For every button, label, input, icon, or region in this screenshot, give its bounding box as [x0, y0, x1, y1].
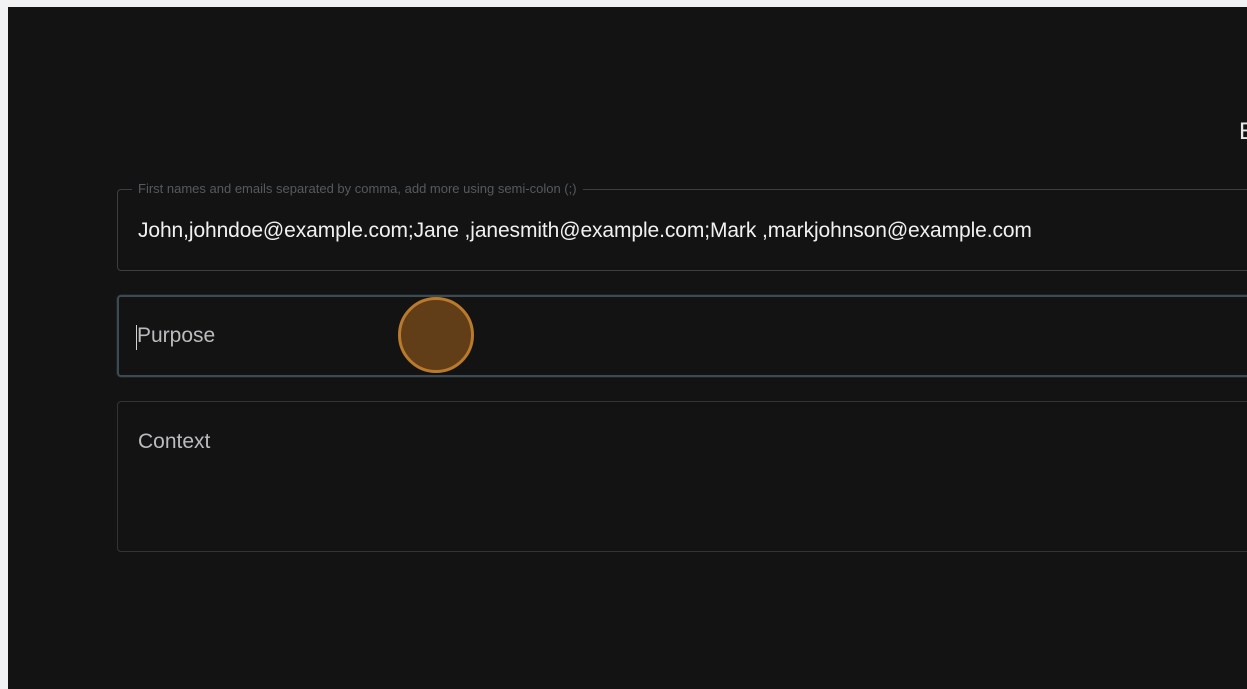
recipients-label: First names and emails separated by comm… [132, 181, 583, 197]
click-indicator [398, 297, 474, 373]
recipients-input-value[interactable]: John,johndoe@example.com;Jane ,janesmith… [138, 219, 1032, 243]
purpose-field[interactable]: Purpose [117, 295, 1247, 377]
header-title-fragment: E [1239, 120, 1247, 144]
context-field[interactable]: Context [117, 401, 1247, 552]
app-window: E First names and emails separated by co… [8, 7, 1247, 689]
recipients-field[interactable]: First names and emails separated by comm… [117, 181, 1247, 271]
context-placeholder[interactable]: Context [138, 430, 210, 454]
purpose-placeholder[interactable]: Purpose [137, 324, 215, 348]
